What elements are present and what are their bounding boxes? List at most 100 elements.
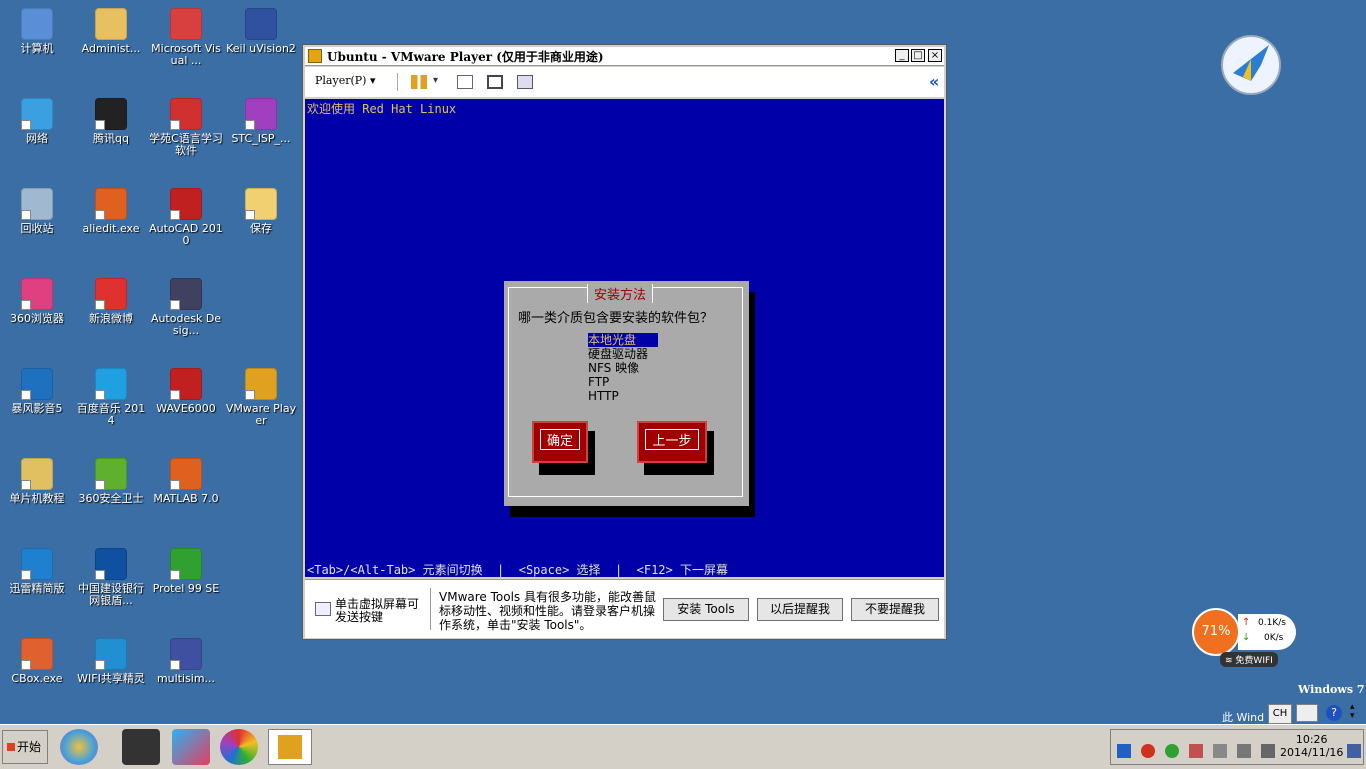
start-button[interactable]: 开始 [2, 730, 48, 764]
install-tools-button[interactable]: 安装 Tools [663, 598, 749, 621]
player-menu[interactable]: Player(P) ▾ [315, 74, 375, 87]
desktop-icon[interactable]: Microsoft Visual ... [149, 8, 223, 67]
desktop-icon[interactable]: aliedit.exe [74, 188, 148, 235]
desktop-icon[interactable]: CBox.exe [0, 638, 74, 685]
show-desktop-icon[interactable] [1347, 744, 1361, 758]
clock-time: 10:26 [1295, 733, 1328, 746]
desktop-icon[interactable]: 新浪微博 [74, 278, 148, 325]
desktop-icon[interactable]: 百度音乐 2014 [74, 368, 148, 427]
taskbar-app-browser-icon[interactable] [220, 729, 258, 765]
desktop-icon[interactable]: 保存 [224, 188, 298, 235]
tray-network-icon[interactable] [1237, 744, 1251, 758]
desktop-icon[interactable]: 360浏览器 [0, 278, 74, 325]
dialog-title: 安装方法 [587, 284, 654, 303]
network-icon[interactable] [457, 75, 473, 89]
minimize-button[interactable]: _ [895, 49, 909, 62]
pause-dropdown-icon[interactable]: ▾ [433, 75, 443, 89]
app-icon [95, 458, 127, 490]
desktop-icon[interactable]: STC_ISP_... [224, 98, 298, 145]
tray-360-icon[interactable] [1141, 744, 1155, 758]
ime-scroll-icon[interactable]: ▴ ▾ [1350, 703, 1355, 721]
help-icon[interactable]: ? [1326, 705, 1342, 721]
desktop-icon[interactable]: WAVE6000 [149, 368, 223, 415]
app-icon [95, 98, 127, 130]
tray-usb-icon[interactable] [1213, 744, 1227, 758]
desktop-icon[interactable]: MATLAB 7.0 [149, 458, 223, 505]
desktop-icon[interactable]: 单片机教程 [0, 458, 74, 505]
desktop-icon[interactable]: Protel 99 SE [149, 548, 223, 595]
desktop-icon-label: 腾讯qq [93, 132, 129, 145]
app-icon [21, 98, 53, 130]
close-button[interactable]: × [928, 49, 942, 62]
app-icon [245, 368, 277, 400]
app-icon [21, 548, 53, 580]
remind-later-button[interactable]: 以后提醒我 [757, 598, 843, 621]
tools-message: VMware Tools 具有很多功能，能改善鼠标移动性、视频和性能。请登录客户… [439, 590, 656, 632]
desktop-icon[interactable]: multisim... [149, 638, 223, 685]
desktop-icon-label: Microsoft Visual ... [151, 42, 221, 67]
desktop-icon[interactable]: 网络 [0, 98, 74, 145]
desktop-icon-label: 学苑C语言学习软件 [149, 132, 223, 157]
desktop-icon[interactable]: 360安全卫士 [74, 458, 148, 505]
ok-button-label: 确定 [539, 429, 580, 450]
ok-button[interactable]: 确定 [532, 421, 588, 463]
network-speed-widget[interactable]: 71% ↑ 0.1K/s ↓ 0K/s ≋ 免费WIFI [1192, 608, 1298, 668]
media-option[interactable]: 硬盘驱动器 [588, 347, 658, 361]
desktop-icon[interactable]: 腾讯qq [74, 98, 148, 145]
desktop-icon[interactable]: WIFI共享精灵 [74, 638, 148, 685]
taskbar-app-vmware[interactable] [268, 729, 312, 765]
maximize-button[interactable]: □ [911, 49, 925, 62]
taskbar-app-cloud-icon[interactable] [122, 729, 160, 765]
back-button[interactable]: 上一步 [637, 421, 707, 463]
tray-app-icon[interactable] [1117, 744, 1131, 758]
vmware-title-bar[interactable]: Ubuntu - VMware Player (仅用于非商业用途) _ □ × [305, 47, 944, 66]
player-menu-label: Player(P) [315, 74, 367, 87]
desktop-icon[interactable]: 计算机 [0, 8, 74, 55]
vmware-player-window[interactable]: Ubuntu - VMware Player (仅用于非商业用途) _ □ × … [302, 44, 947, 640]
tray-flag-icon[interactable] [1189, 744, 1203, 758]
desktop-icon-label: Autodesk Desig... [150, 312, 222, 337]
never-remind-button[interactable]: 不要提醒我 [851, 598, 939, 621]
download-arrow-icon: ↓ [1242, 632, 1251, 643]
desktop-icon[interactable]: Autodesk Desig... [149, 278, 223, 337]
bird-widget-icon[interactable] [1221, 35, 1281, 95]
chevron-down-icon: ▾ [369, 74, 376, 87]
desktop-icon[interactable]: 学苑C语言学习软件 [149, 98, 223, 157]
desktop-icon[interactable]: 迅雷精简版 [0, 548, 74, 595]
unity-icon[interactable] [517, 75, 533, 89]
language-indicator[interactable]: CH [1268, 704, 1292, 724]
wifi-icon: ≋ [1225, 656, 1233, 666]
windows-logo-icon [7, 743, 15, 751]
tray-security-icon[interactable] [1165, 744, 1179, 758]
welcome-text: 欢迎使用 Red Hat Linux [307, 102, 457, 116]
virtual-machine-screen[interactable]: 欢迎使用 Red Hat Linux 安装方法 哪一类介质包含要安装的软件包？ … [305, 99, 944, 577]
media-option[interactable]: NFS 映像 [588, 361, 658, 375]
upload-arrow-icon: ↑ [1242, 617, 1251, 628]
input-keyboard-icon[interactable] [1296, 704, 1318, 722]
app-icon [95, 548, 127, 580]
desktop-icon-label: 360安全卫士 [78, 492, 144, 505]
desktop-icon[interactable]: VMware Player [224, 368, 298, 427]
desktop-icon[interactable]: Administ... [74, 8, 148, 55]
taskbar-app-360-icon[interactable] [60, 729, 98, 765]
desktop-icon-label: 百度音乐 2014 [76, 402, 146, 427]
media-option[interactable]: FTP [588, 375, 658, 389]
media-option[interactable]: HTTP [588, 389, 658, 403]
app-icon [21, 458, 53, 490]
pause-icon[interactable] [411, 75, 427, 89]
desktop-icon[interactable]: 回收站 [0, 188, 74, 235]
desktop-icon-label: 网络 [26, 132, 48, 145]
fullscreen-icon[interactable] [487, 75, 503, 89]
free-wifi-label[interactable]: ≋ 免费WIFI [1220, 652, 1278, 667]
taskbar-clock[interactable]: 10:26 2014/11/16 [1280, 733, 1343, 759]
desktop-icon-label: 单片机教程 [9, 492, 65, 505]
expand-toolbar-icon[interactable]: « [929, 72, 939, 91]
desktop-icon[interactable]: Keil uVision2 [224, 8, 298, 55]
app-icon [21, 638, 53, 670]
desktop-icon[interactable]: 中国建设银行网银盾... [74, 548, 148, 607]
tray-volume-icon[interactable] [1261, 744, 1275, 758]
media-option[interactable]: 本地光盘 [588, 333, 658, 347]
taskbar-app-player-icon[interactable] [172, 729, 210, 765]
desktop-icon[interactable]: 暴风影音5 [0, 368, 74, 415]
desktop-icon[interactable]: AutoCAD 2010 [149, 188, 223, 247]
